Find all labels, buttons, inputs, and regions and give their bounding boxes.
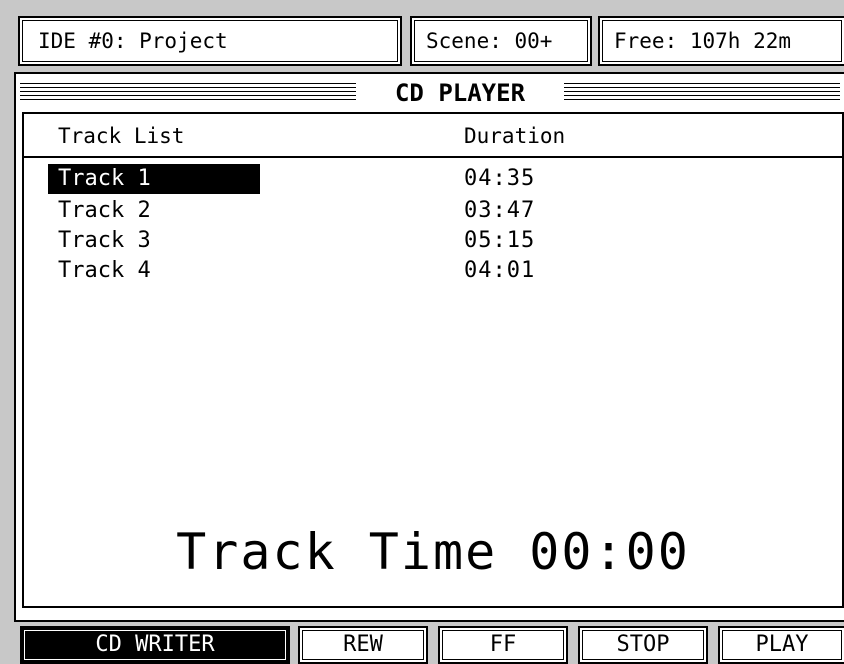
panel-titlebar: CD PLAYER xyxy=(16,74,844,112)
scene-field: Scene: 00+ xyxy=(410,16,592,66)
rewind-button[interactable]: REW xyxy=(298,626,428,664)
cd-player-panel: CD PLAYER Track List Duration Track 1 04… xyxy=(14,72,844,622)
track-duration: 04:01 xyxy=(464,258,536,283)
project-label: IDE #0: Project xyxy=(38,29,228,53)
track-row-2[interactable]: Track 2 03:47 xyxy=(24,196,842,226)
track-time-display: Track Time 00:00 xyxy=(176,523,690,581)
panel-title: CD PLAYER xyxy=(394,79,526,107)
project-field: IDE #0: Project xyxy=(18,16,402,66)
cd-writer-button[interactable]: CD WRITER xyxy=(20,626,290,664)
track-row-4[interactable]: Track 4 04:01 xyxy=(24,256,842,286)
column-header-duration: Duration xyxy=(464,124,566,148)
fast-forward-button[interactable]: FF xyxy=(438,626,568,664)
track-name: Track 3 xyxy=(58,228,151,253)
track-row-1[interactable]: Track 1 04:35 xyxy=(24,164,842,194)
free-space-field: Free: 107h 22m xyxy=(598,16,844,66)
track-duration: 04:35 xyxy=(464,166,536,191)
track-row-3[interactable]: Track 3 05:15 xyxy=(24,226,842,256)
track-duration: 05:15 xyxy=(464,228,536,253)
scene-label: Scene: 00+ xyxy=(426,29,553,53)
track-name: Track 2 xyxy=(58,198,151,223)
stop-button[interactable]: STOP xyxy=(578,626,708,664)
track-name: Track 1 xyxy=(48,164,260,194)
track-duration: 03:47 xyxy=(464,198,536,223)
play-button[interactable]: PLAY xyxy=(718,626,844,664)
free-space-label: Free: 107h 22m xyxy=(614,29,792,53)
title-rule-right xyxy=(564,80,840,102)
column-header-track: Track List xyxy=(58,124,185,148)
track-name: Track 4 xyxy=(58,258,151,283)
title-rule-left xyxy=(20,80,356,102)
header-separator xyxy=(24,156,842,158)
track-list: Track List Duration Track 1 04:35 Track … xyxy=(22,112,844,608)
